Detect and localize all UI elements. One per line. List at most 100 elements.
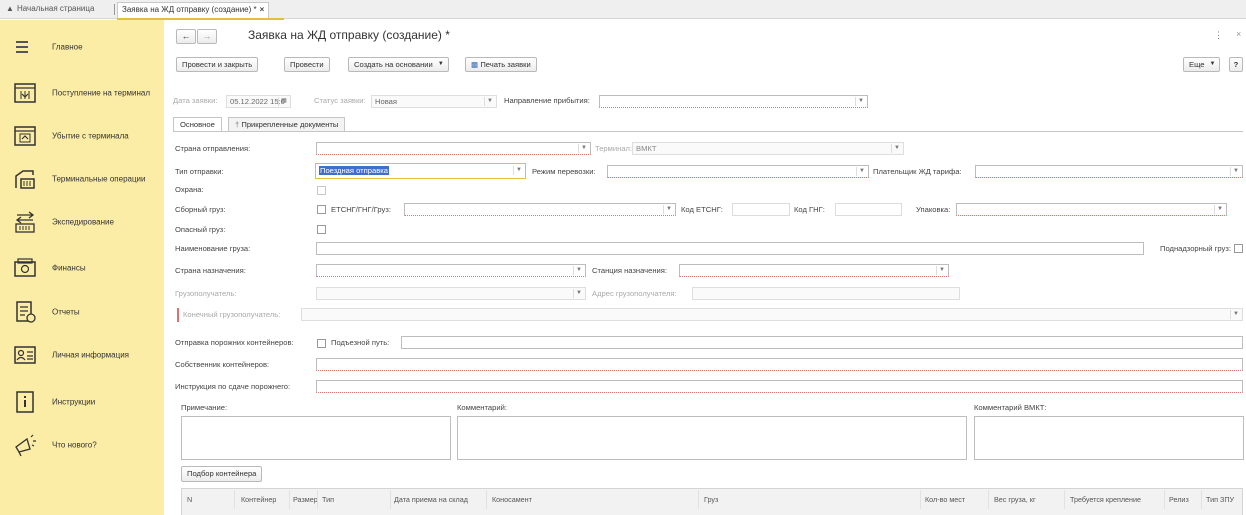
sidebar-item-personal[interactable]: Личная информация [0, 335, 164, 375]
tab-main[interactable]: Основное [173, 117, 222, 132]
column-header-places[interactable]: Кол-во мест [925, 495, 965, 505]
transport-mode-label: Режим перевозки: [532, 167, 596, 176]
payer-field[interactable]: ▼ [975, 165, 1243, 178]
owner-field[interactable] [316, 358, 1243, 371]
date-field[interactable]: 05.12.2022 15:0 ▦ [226, 95, 291, 108]
gng-code-field[interactable] [835, 203, 902, 216]
tab-divider [114, 4, 115, 15]
column-divider [1164, 490, 1165, 509]
consignee-field[interactable]: ▼ [316, 287, 586, 300]
chevron-down-icon[interactable]: ▼ [856, 167, 867, 176]
chevron-down-icon[interactable]: ▼ [936, 266, 947, 275]
tab-request[interactable]: Заявка на ЖД отправку (создание) * × [117, 2, 270, 18]
country-from-field[interactable]: ▼ [316, 142, 591, 155]
chevron-down-icon[interactable]: ▼ [573, 266, 584, 275]
calendar-icon[interactable]: ▦ [278, 97, 289, 106]
column-header-type[interactable]: Тип [322, 495, 334, 505]
chevron-down-icon[interactable]: ▼ [578, 144, 589, 153]
post-button[interactable]: Провести [284, 57, 330, 72]
terminal-value: ВМКТ [636, 144, 657, 153]
container-out-icon [14, 126, 36, 146]
help-button[interactable]: ? [1229, 57, 1243, 72]
final-consignee-field[interactable]: ▼ [301, 308, 1243, 321]
forward-button[interactable]: → [197, 29, 217, 44]
column-header-weight[interactable]: Вес груза, кг [994, 495, 1036, 505]
sidebar-item-reports[interactable]: Отчеты [0, 292, 164, 332]
dest-country-field[interactable]: ▼ [316, 264, 586, 277]
sidebar-item-main[interactable]: Главное [0, 27, 164, 67]
chevron-down-icon[interactable]: ▼ [891, 144, 902, 153]
chevron-down-icon[interactable]: ▼ [573, 289, 584, 298]
dangerous-checkbox[interactable] [317, 225, 326, 234]
sidebar-item-label: Финансы [52, 263, 86, 273]
instruction-field[interactable] [316, 380, 1243, 393]
back-button[interactable]: ← [176, 29, 196, 44]
post-and-close-button[interactable]: Провести и закрыть [176, 57, 259, 72]
dispatch-type-field[interactable]: Поездная отправка ▼ [315, 163, 526, 179]
chevron-down-icon[interactable]: ▼ [1214, 205, 1225, 214]
consolidated-checkbox[interactable] [317, 205, 326, 214]
terminal-field[interactable]: ВМКТ ▼ [632, 142, 904, 155]
column-divider [317, 490, 318, 509]
sidebar-item-finance[interactable]: Финансы [0, 248, 164, 288]
tab-documents[interactable]: † Прикрепленные документы [228, 117, 346, 132]
chevron-down-icon[interactable]: ▼ [484, 97, 495, 106]
sidebar-item-instructions[interactable]: Инструкции [0, 382, 164, 422]
more-actions-icon[interactable]: ⋮ [1214, 30, 1223, 41]
siding-field[interactable] [401, 336, 1243, 349]
cargo-name-field[interactable] [316, 242, 1144, 255]
comment-vmkt-label: Комментарий ВМКТ: [974, 403, 1047, 412]
column-header-cargo[interactable]: Груз [704, 495, 718, 505]
date-label: Дата заявки: [173, 96, 218, 105]
transport-mode-field[interactable]: ▼ [607, 165, 869, 178]
sidebar-item-arrival[interactable]: Поступление на терминал [0, 73, 164, 113]
empty-containers-checkbox[interactable] [317, 339, 326, 348]
sidebar-item-terminal-ops[interactable]: Терминальные операции [0, 159, 164, 199]
supervised-checkbox[interactable] [1234, 244, 1243, 253]
pick-container-button[interactable]: Подбор контейнера [181, 466, 263, 482]
tab-home[interactable]: ▲ Начальная страница [2, 2, 98, 18]
column-header-receipt-date[interactable]: Дата приема на склад [394, 495, 468, 505]
column-header-container[interactable]: Контейнер [241, 495, 276, 505]
status-field[interactable]: Новая ▼ [371, 95, 497, 108]
sidebar-item-label: Поступление на терминал [52, 88, 151, 98]
column-divider [698, 490, 699, 509]
chevron-down-icon[interactable]: ▼ [513, 166, 524, 175]
column-header-size[interactable]: Размер [293, 495, 318, 505]
chevron-down-icon[interactable]: ▼ [1230, 167, 1241, 176]
column-header-bill-of-lading[interactable]: Коносамент [492, 495, 532, 505]
dest-station-field[interactable]: ▼ [679, 264, 949, 277]
etsng-field[interactable]: ▼ [404, 203, 676, 216]
sidebar-item-forwarding[interactable]: Экспедирование [0, 202, 164, 242]
consignee-address-field[interactable] [692, 287, 960, 300]
direction-field[interactable]: ▼ [599, 95, 868, 108]
create-based-on-button[interactable]: Создать на основании ▼ [348, 57, 449, 72]
page-title: Заявка на ЖД отправку (создание) * [248, 28, 450, 42]
close-tab-icon[interactable]: × [260, 5, 265, 14]
sidebar-item-label: Что нового? [52, 440, 97, 450]
chevron-down-icon[interactable]: ▼ [663, 205, 674, 214]
chevron-down-icon[interactable]: ▼ [855, 97, 866, 106]
packing-field[interactable]: ▼ [956, 203, 1227, 216]
print-button[interactable]: ▩ Печать заявки [465, 57, 537, 72]
sidebar-item-whats-new[interactable]: Что нового? [0, 425, 164, 465]
comment-vmkt-textarea[interactable] [974, 416, 1244, 460]
column-header-release[interactable]: Релиз [1169, 495, 1189, 505]
container-in-icon [14, 83, 36, 103]
megaphone-icon [15, 434, 36, 457]
column-header-seal-type[interactable]: Тип ЗПУ [1206, 495, 1234, 505]
more-button[interactable]: Еще ▼ [1183, 57, 1221, 72]
close-form-icon[interactable]: × [1236, 29, 1241, 39]
chevron-down-icon[interactable]: ▼ [1230, 310, 1241, 319]
note-textarea[interactable] [181, 416, 451, 460]
guard-checkbox[interactable] [317, 186, 326, 195]
empty-containers-label: Отправка порожних контейнеров: [175, 338, 294, 347]
cargo-name-label: Наименование груза: [175, 244, 251, 253]
comment-textarea[interactable] [457, 416, 967, 460]
etsng-code-field[interactable] [732, 203, 790, 216]
column-header-n[interactable]: N [187, 495, 192, 505]
column-header-fastening[interactable]: Требуется крепление [1070, 495, 1141, 505]
sidebar-item-departure[interactable]: Убытие с терминала [0, 116, 164, 156]
column-divider [486, 490, 487, 509]
etsng-label: ЕТСНГ/ГНГ/Груз: [331, 205, 391, 214]
